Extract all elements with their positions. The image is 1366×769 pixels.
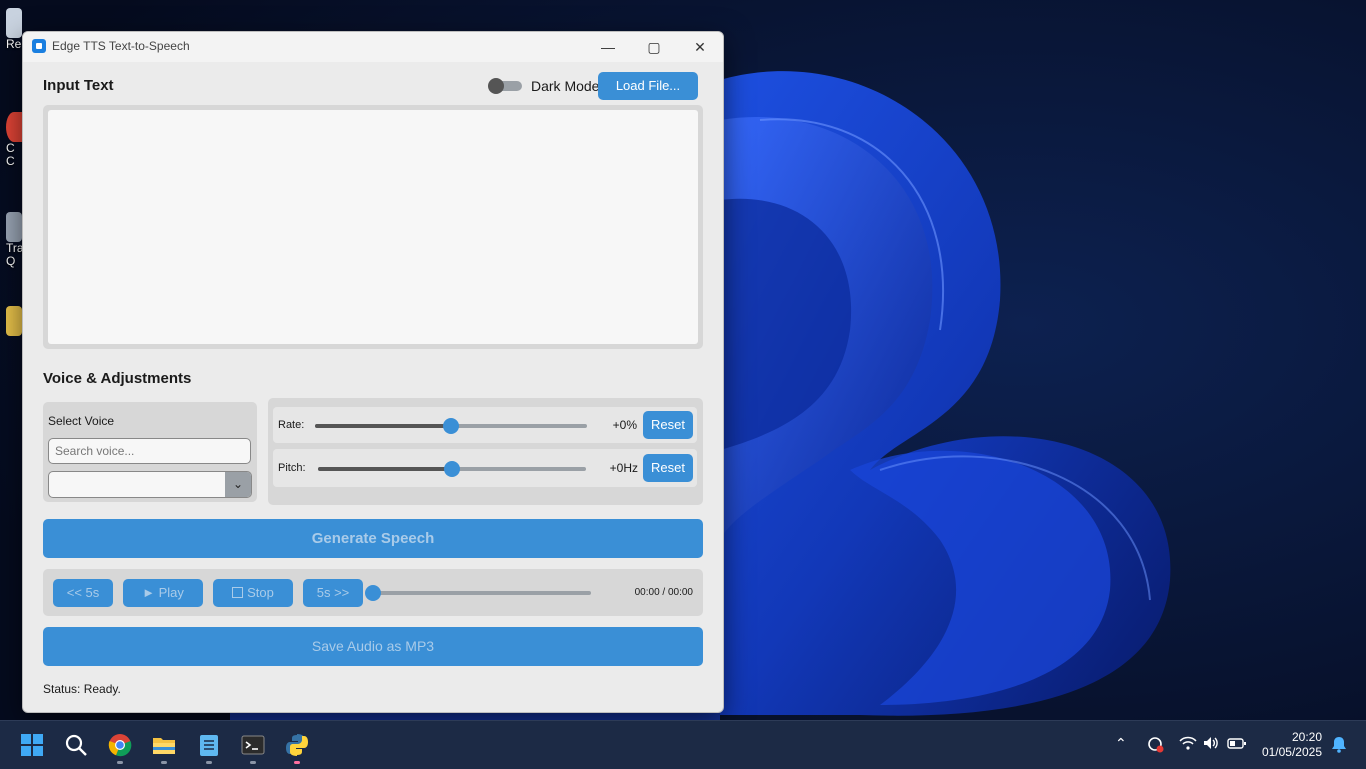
rewind-5s-button[interactable]: << 5s (53, 579, 113, 607)
file-explorer-icon[interactable] (152, 733, 176, 757)
rate-reset-button[interactable]: Reset (643, 411, 693, 439)
dark-mode-toggle[interactable] (488, 78, 522, 94)
playback-time: 00:00 / 00:00 (634, 587, 693, 598)
explorer-running-indicator (161, 761, 167, 764)
progress-handle[interactable] (365, 585, 381, 601)
system-clock[interactable]: 20:20 01/05/2025 (1262, 730, 1322, 760)
chrome-running-indicator (117, 761, 123, 764)
clock-date: 01/05/2025 (1261, 745, 1322, 759)
pitch-value: +0Hz (609, 461, 638, 475)
notepad-running-indicator (206, 761, 212, 764)
window-title: Edge TTS Text-to-Speech (52, 39, 190, 53)
chrome-icon[interactable] (108, 733, 132, 757)
progress-rail (373, 591, 591, 595)
save-mp3-button[interactable]: Save Audio as MP3 (43, 627, 703, 666)
input-text-heading: Input Text (43, 77, 114, 94)
python-icon[interactable] (285, 733, 309, 757)
stop-label: Stop (247, 585, 274, 600)
taskbar: ⌃ 20:20 01/05/2025 (0, 720, 1366, 769)
volume-icon[interactable] (1202, 735, 1220, 754)
search-voice-input[interactable] (48, 438, 251, 464)
stop-button[interactable]: Stop (213, 579, 293, 607)
play-button[interactable]: ► Play (123, 579, 203, 607)
chrome-desktop-icon[interactable]: C C (6, 112, 22, 168)
status-text: Status: Ready. (43, 682, 121, 696)
minimize-button[interactable]: — (585, 32, 631, 62)
dark-mode-label: Dark Mode (531, 78, 600, 94)
pitch-reset-button[interactable]: Reset (643, 454, 693, 482)
rate-slider-fill (315, 424, 451, 428)
battery-icon[interactable] (1227, 735, 1247, 754)
desktop-icons: Re C C Tra Q (0, 0, 24, 360)
rate-value: +0% (612, 418, 637, 432)
show-hidden-icons-icon[interactable]: ⌃ (1115, 735, 1127, 752)
rate-slider-handle[interactable] (443, 418, 459, 434)
pitch-row: Pitch: +0Hz Reset (273, 449, 697, 487)
app-icon (32, 39, 46, 53)
text-frame (43, 105, 703, 349)
tts-window: Edge TTS Text-to-Speech — ▢ ✕ Input Text… (22, 31, 724, 713)
voice-adjustments-heading: Voice & Adjustments (43, 370, 192, 387)
rate-label: Rate: (278, 419, 305, 431)
start-icon[interactable] (20, 733, 44, 757)
playback-progress-slider[interactable] (365, 585, 591, 601)
forward-5s-button[interactable]: 5s >> (303, 579, 363, 607)
notification-bell-icon[interactable] (1331, 735, 1347, 756)
pitch-slider[interactable] (318, 461, 586, 477)
generate-speech-button[interactable]: Generate Speech (43, 519, 703, 558)
recycle-bin-desktop-icon[interactable]: Re (6, 8, 22, 51)
maximize-button[interactable]: ▢ (631, 32, 677, 62)
toggle-knob (488, 78, 504, 94)
voice-dropdown[interactable]: ⌄ (48, 471, 252, 498)
rate-row: Rate: +0% Reset (273, 407, 697, 443)
load-file-button[interactable]: Load File... (598, 72, 698, 100)
close-button[interactable]: ✕ (677, 32, 723, 62)
title-bar[interactable]: Edge TTS Text-to-Speech — ▢ ✕ (23, 32, 723, 62)
search-icon[interactable] (64, 733, 88, 757)
folder-desktop-icon[interactable] (6, 306, 22, 336)
terminal-icon[interactable] (241, 733, 265, 757)
clock-time: 20:20 (1291, 730, 1322, 744)
notepad-icon[interactable] (197, 733, 221, 757)
wifi-icon[interactable] (1179, 735, 1197, 754)
rate-slider[interactable] (315, 418, 587, 434)
pitch-slider-fill (318, 467, 452, 471)
sync-icon[interactable] (1146, 735, 1164, 756)
select-voice-label: Select Voice (48, 414, 115, 428)
input-textarea[interactable] (48, 110, 698, 344)
transfer-desktop-icon[interactable]: Tra Q (6, 212, 24, 268)
python-active-indicator (294, 761, 300, 764)
pitch-label: Pitch: (278, 462, 306, 474)
stop-icon (232, 587, 244, 598)
pitch-slider-handle[interactable] (444, 461, 460, 477)
chevron-down-icon[interactable]: ⌄ (225, 472, 251, 497)
terminal-running-indicator (250, 761, 256, 764)
